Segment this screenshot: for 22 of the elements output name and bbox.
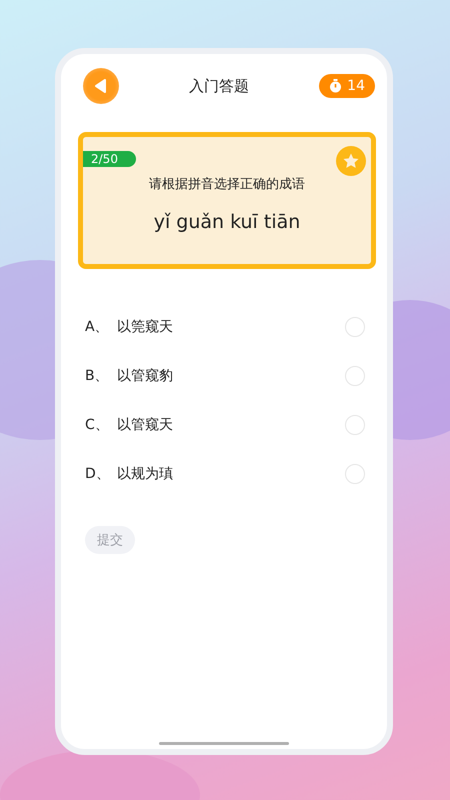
option-radio[interactable] xyxy=(345,414,365,434)
timer-count: 14 xyxy=(347,78,365,94)
back-button[interactable] xyxy=(83,68,119,104)
option-text[interactable]: 以筦窥天 xyxy=(117,318,345,336)
option-radio[interactable] xyxy=(345,464,365,484)
option-text[interactable]: 以规为瑱 xyxy=(117,464,345,482)
progress-tag: 2/50 xyxy=(83,151,136,167)
option-radio[interactable] xyxy=(345,366,365,386)
stopwatch-icon xyxy=(329,79,342,93)
option-letter: B、 xyxy=(85,366,110,384)
option-text[interactable]: 以管窥天 xyxy=(117,416,345,434)
back-arrow-icon xyxy=(93,78,109,94)
option-text[interactable]: 以管窥豹 xyxy=(117,366,345,384)
question-prompt: 请根据拼音选择正确的成语 xyxy=(149,176,305,193)
option-letter: A、 xyxy=(85,318,110,336)
page-title: 入门答题 xyxy=(189,76,250,96)
favorite-button[interactable] xyxy=(336,146,366,176)
pinyin-text: yǐ guǎn kuī tiān xyxy=(154,211,300,233)
option-letter: C、 xyxy=(85,416,110,434)
option-letter: D、 xyxy=(85,464,111,482)
star-icon xyxy=(342,152,360,170)
option-radio[interactable] xyxy=(345,316,365,336)
